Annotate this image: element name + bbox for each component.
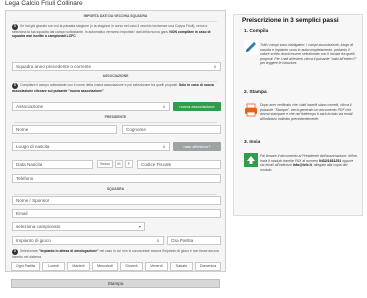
divider: [14, 21, 217, 22]
printer-icon: [245, 103, 257, 117]
email-input[interactable]: Email: [12, 209, 221, 218]
association-input[interactable]: Associazione x: [12, 102, 170, 111]
registration-form: IMPORTA DATI DA VECCHIA SQUADRA i Se hai …: [5, 10, 226, 272]
day-option[interactable]: Domenica: [195, 262, 221, 271]
day-option[interactable]: Lunedì: [42, 262, 65, 271]
name-input[interactable]: Nome: [12, 125, 117, 134]
name-placeholder: Nome: [16, 127, 29, 132]
section-import-team: IMPORTA DATI DA VECCHIA SQUADRA: [83, 14, 148, 18]
previous-team-select-value: Squadra anno precedente o corrente: [16, 64, 92, 69]
association-placeholder: Associazione: [16, 104, 44, 109]
phone-placeholder: Telefono: [16, 176, 34, 181]
clear-icon[interactable]: x: [163, 103, 165, 110]
fax-number: 0432/1631251: [318, 158, 342, 163]
match-time-input[interactable]: Ora Partita: [167, 236, 221, 245]
send-icon: [244, 153, 258, 167]
print-button[interactable]: Stampa: [11, 279, 220, 288]
pencil-icon: [244, 40, 258, 54]
facility-note-bold: "impianto in attesa di omologazione": [38, 249, 99, 253]
new-association-button[interactable]: nuova associazione: [173, 102, 221, 111]
birthplace-input[interactable]: Luogo di nascita x: [12, 142, 170, 151]
day-option[interactable]: Giovedì: [120, 262, 143, 271]
chevron-down-icon: ▾: [138, 224, 141, 229]
step2-text: Dopo aver verificato che i dati inseriti…: [260, 103, 353, 121]
facility-note: i Selezionare "impianto in attesa di omol…: [12, 249, 222, 259]
facility-placeholder: Impianto di gioco: [16, 238, 51, 243]
tax-code-placeholder: Codice Fiscale: [141, 162, 172, 167]
birthplace-placeholder: Luogo di nascita: [16, 144, 50, 149]
championship-select[interactable]: seleziona campionato ▾: [12, 222, 145, 231]
squad-name-placeholder: Nome / Sponsor: [16, 198, 50, 203]
day-option[interactable]: Mercoledì: [92, 262, 118, 271]
divider: [14, 194, 217, 195]
championship-select-value: seleziona campionato: [16, 224, 61, 229]
page-title: Lega Calcio Friuli Collinare: [5, 0, 83, 7]
association-note-text: Compilare il campo sottostante con il no…: [20, 83, 178, 87]
instructions-panel: Preiscrizione in 3 semplici passi 1. Com…: [233, 14, 363, 216]
birthdate-placeholder: Data Nascita: [16, 162, 43, 167]
day-option[interactable]: Venerdì: [145, 262, 168, 271]
contact-email[interactable]: info@lcfc.it: [293, 163, 312, 167]
clear-icon[interactable]: x: [157, 237, 159, 244]
step1-text: Tutti i campi sono obbligatori. I campi …: [260, 43, 357, 65]
section-squad: SQUADRA: [106, 187, 125, 191]
clear-icon[interactable]: x: [214, 63, 216, 70]
panel-title: Preiscrizione in 3 semplici passi: [242, 17, 339, 24]
step3-title: 3. Invia: [244, 140, 261, 145]
sex-m-option[interactable]: M: [115, 160, 123, 168]
divider: [14, 122, 217, 123]
phone-input[interactable]: Telefono: [12, 174, 221, 183]
squad-name-input[interactable]: Nome / Sponsor: [12, 196, 221, 205]
day-option[interactable]: Sabato: [170, 262, 193, 271]
sex-label: Sesso: [97, 160, 113, 168]
association-note: i Compilare il campo sottostante con il n…: [12, 83, 222, 93]
surname-input[interactable]: Cognome: [122, 125, 221, 134]
step3-text: Fai firmare il documento al Presidente d…: [260, 154, 358, 172]
birthdate-input[interactable]: Data Nascita: [12, 160, 93, 169]
email-placeholder: Email: [16, 211, 28, 216]
facility-note-prefix: Selezionare: [20, 249, 38, 253]
section-association: ASSOCIAZIONE: [102, 74, 129, 78]
day-option[interactable]: Martedì: [67, 262, 90, 271]
section-president: PRESIDENTE: [104, 115, 127, 119]
surname-placeholder: Cognome: [126, 127, 146, 132]
day-option[interactable]: Ogni Partita: [11, 262, 40, 271]
sex-f-option[interactable]: F: [125, 160, 133, 168]
previous-team-select[interactable]: Squadra anno precedente o corrente x: [12, 62, 221, 71]
tax-code-input[interactable]: Codice Fiscale: [137, 160, 221, 169]
divider: [14, 81, 217, 82]
born-abroad-button[interactable]: nato all'estero?: [173, 142, 221, 151]
match-time-placeholder: Ora Partita: [171, 238, 194, 243]
step1-title: 1. Compila: [244, 29, 269, 34]
facility-input[interactable]: Impianto di gioco x: [12, 236, 164, 245]
step2-title: 2. Stampa: [244, 90, 267, 95]
clear-icon[interactable]: x: [163, 143, 165, 150]
import-team-note: i Se hai già giocato con noi la passata s…: [12, 24, 222, 39]
